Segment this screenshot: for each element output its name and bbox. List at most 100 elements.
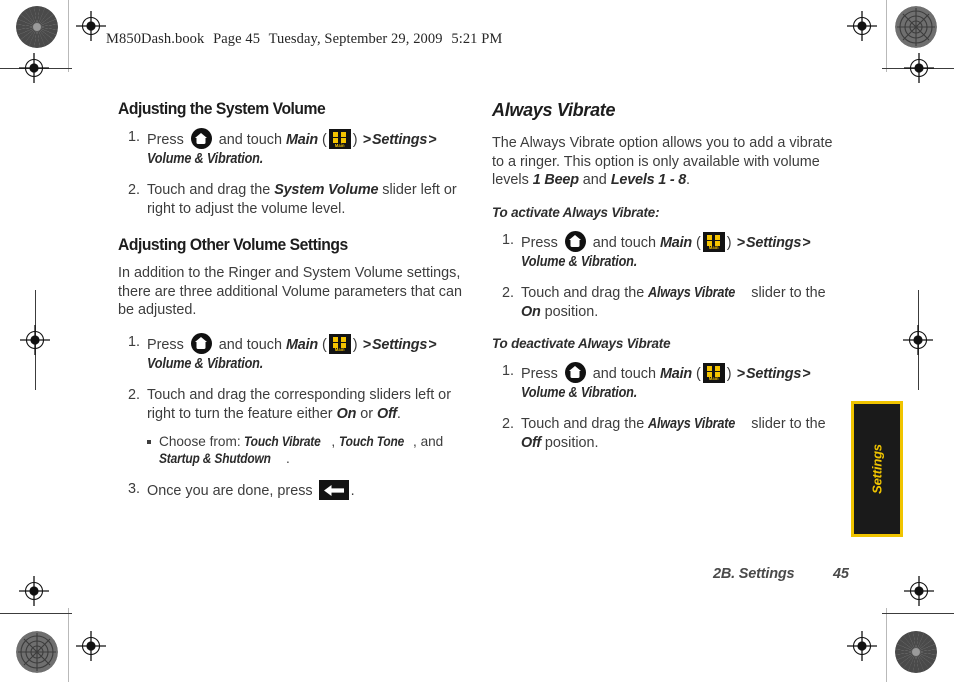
chevron-separator: > [802,234,811,251]
steps-deactivate-always-vibrate: 1. Press and touch Main (Main) >Settings… [492,361,842,453]
menu-label-main: Main [660,234,692,251]
home-icon [564,230,586,252]
chevron-separator: > [362,132,371,148]
step-text: position. [544,303,599,320]
paren-open: ( [322,336,327,353]
setting-label-always-vibrate: Always Vibrate [648,284,736,301]
step-item: 3. Once you are done, press . [118,479,468,501]
steps-adjusting-system-volume: 1. Press and touch Main (Main) >Settings… [118,128,468,219]
menu-label-volume-vibration: Volume & Vibration. [521,253,638,270]
paren-close: ) [352,132,358,148]
step-text: slider to the [751,415,826,432]
page-content: Adjusting the System Volume 1. Press and… [0,0,954,682]
volume-level-range: Levels 1 - 8 [610,172,687,189]
step-text-press: Press [147,336,184,353]
menu-label-volume-vibration: Volume & Vibration. [521,384,638,401]
step-text-touch: and touch [592,234,657,251]
footer-chapter-title: 2B. Settings [713,566,795,582]
step-text: Touch and drag the corresponding sliders… [147,386,451,422]
option-touch-vibrate: Touch Vibrate [244,433,321,449]
value-label-off: Off [521,434,541,451]
period: . [286,451,290,467]
step-number: 2. [127,182,140,198]
main-menu-icon: Main [328,333,351,354]
left-column: Adjusting the System Volume 1. Press and… [118,100,468,513]
paragraph-always-vibrate-intro: The Always Vibrate option allows you to … [492,134,842,190]
menu-label-settings: Settings [372,132,428,148]
back-arrow-icon [318,479,349,500]
step-period: . [396,405,401,422]
step-text-press: Press [147,132,184,148]
menu-label-settings: Settings [372,336,428,353]
conjunction-and: and [420,433,444,449]
chevron-separator: > [362,336,371,353]
step-number: 3. [127,480,140,497]
step-item: 2. Touch and drag the corresponding slid… [118,386,468,468]
step-text-press: Press [521,365,558,382]
step-text-press: Press [521,234,558,251]
heading-adjusting-system-volume: Adjusting the System Volume [118,100,326,118]
paren-open: ( [322,132,327,148]
step-period: . [350,482,355,499]
setting-label-always-vibrate: Always Vibrate [648,415,736,432]
step-text: Touch and drag the [521,415,645,432]
home-icon [190,332,212,354]
paren-close: ) [352,336,358,353]
comma: , [331,433,336,449]
step-item: 1. Press and touch Main (Main) >Settings… [118,128,468,169]
menu-label-volume-vibration: Volume & Vibration. [147,151,264,167]
value-label-off: Off [376,405,397,422]
step-text-touch: and touch [218,336,283,353]
chevron-separator: > [736,234,745,251]
main-menu-icon: Main [702,362,725,383]
lead-activate-always-vibrate: To activate Always Vibrate: [492,203,660,220]
steps-activate-always-vibrate: 1. Press and touch Main (Main) >Settings… [492,230,842,322]
sub-bullet-list: Choose from: Touch Vibrate, Touch Tone, … [147,433,468,468]
step-number: 2. [501,284,514,301]
value-label-on: On [521,303,541,320]
step-text: Touch and drag the [521,284,645,301]
step-number: 1. [501,231,514,248]
steps-adjusting-other-volume: 1. Press and touch Main (Main) >Settings… [118,332,468,501]
comma: , [413,433,417,449]
main-menu-icon-label: Main [708,245,719,251]
main-menu-icon-label: Main [708,376,719,382]
paren-open: ( [696,365,701,382]
step-item: 2. Touch and drag the System Volume slid… [118,181,468,219]
paren-close: ) [726,234,732,251]
home-icon [564,361,586,383]
step-text-or: or [360,405,373,422]
main-menu-icon-label: Main [334,347,345,353]
menu-label-main: Main [286,336,318,353]
option-startup-shutdown: Startup & Shutdown [159,451,271,467]
option-touch-tone: Touch Tone [338,433,405,449]
menu-label-main: Main [660,365,692,382]
menu-label-settings: Settings [746,365,802,382]
step-item: 1. Press and touch Main (Main) >Settings… [118,332,468,374]
paragraph-other-volume-intro: In addition to the Ringer and System Vol… [118,265,462,319]
value-label-on: On [336,405,357,422]
step-number: 1. [127,333,140,350]
step-text: position. [544,434,599,451]
list-item: Choose from: Touch Vibrate, Touch Tone, … [147,433,468,468]
menu-label-volume-vibration: Volume & Vibration. [147,355,264,372]
chevron-separator: > [428,132,437,148]
step-item: 1. Press and touch Main (Main) >Settings… [492,230,842,272]
menu-label-main: Main [286,132,318,148]
paren-close: ) [726,365,732,382]
step-text: slider to the [751,284,826,301]
main-menu-icon: Main [702,231,725,252]
step-item: 2. Touch and drag the Always Vibrate sli… [492,415,842,453]
main-menu-icon: Main [328,129,351,149]
heading-adjusting-other-volume-settings: Adjusting Other Volume Settings [118,236,348,254]
step-text: Touch and drag the [147,182,271,198]
footer-page-number: 45 [833,566,849,582]
setting-label-system-volume: System Volume [274,182,379,198]
square-bullet-icon [147,439,151,444]
period: . [686,172,691,189]
chevron-separator: > [802,365,811,382]
step-item: 2. Touch and drag the Always Vibrate sli… [492,284,842,322]
sub-bullet-prefix: Choose from: [159,433,241,449]
step-item: 1. Press and touch Main (Main) >Settings… [492,361,842,403]
heading-always-vibrate: Always Vibrate [492,100,616,120]
